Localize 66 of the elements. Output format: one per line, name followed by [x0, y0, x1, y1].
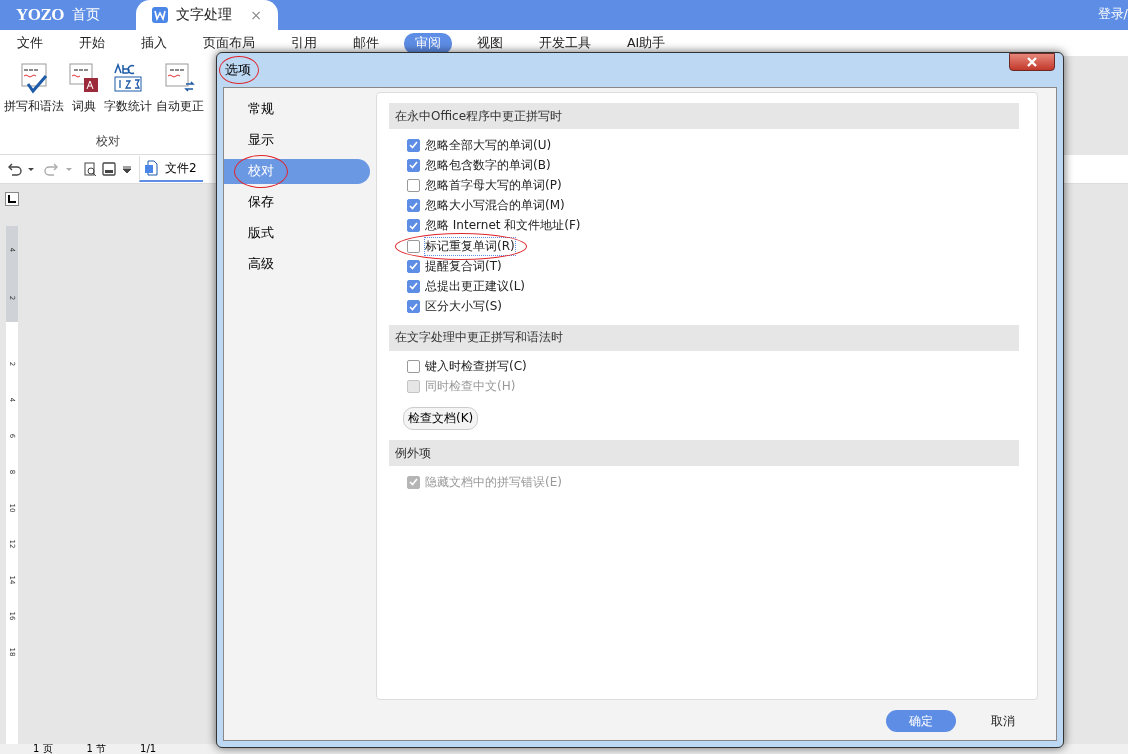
checkbox[interactable] [407, 239, 420, 253]
check-document-button[interactable]: 检查文档(K) [403, 407, 479, 431]
checkbox-label: 隐藏文档中的拼写错误(E) [425, 473, 562, 491]
checkbox-label: 同时检查中文(H) [425, 378, 516, 396]
checkbox-label: 忽略全部大写的单词(U) [425, 136, 552, 154]
tab-stop-icon[interactable] [5, 192, 19, 206]
ribbon-button[interactable]: 词典 [68, 62, 100, 114]
section-header: 例外项 [389, 440, 1019, 467]
save-icon[interactable] [101, 161, 117, 177]
menu-tab[interactable]: 开始 [68, 32, 116, 54]
checkbox[interactable] [407, 138, 420, 152]
close-button[interactable] [1009, 53, 1055, 71]
dialog-title: 选项 [225, 61, 251, 79]
status-text: 1 页 [33, 744, 53, 754]
checkbox[interactable] [407, 300, 420, 314]
checkbox[interactable] [407, 219, 420, 233]
checkbox-label: 忽略首字母大写的单词(P) [425, 176, 562, 194]
checkbox-label: 键入时检查拼写(C) [425, 358, 527, 376]
print-preview-icon[interactable] [82, 161, 98, 177]
checkbox[interactable] [407, 158, 420, 172]
nav-item[interactable]: 保存 [224, 190, 370, 215]
checkbox-label: 标记重复单词(R) [425, 237, 515, 255]
status-text: 1/1 [140, 744, 157, 754]
checkbox-label: 忽略大小写混合的单词(M) [425, 197, 565, 215]
cancel-button[interactable]: 取消 [968, 710, 1038, 732]
menu-tab[interactable]: 视图 [466, 32, 514, 54]
group-label: 校对 [95, 133, 121, 150]
section-header: 在永中Office程序中更正拼写时 [389, 103, 1019, 129]
checkbox-label: 提醒复合词(T) [425, 257, 502, 275]
document-tab[interactable]: 文件2 [139, 156, 203, 182]
app-logo: YOZO [16, 5, 65, 25]
menu-tab[interactable]: 插入 [130, 32, 178, 54]
nav-item[interactable]: 显示 [224, 128, 370, 153]
ribbon-button[interactable]: 拼写和语法 [4, 62, 64, 114]
menu-tab[interactable]: AI助手 [616, 32, 677, 54]
checkbox-label: 区分大小写(S) [425, 298, 502, 316]
status-text: 1 节 [86, 744, 107, 754]
spell-check-icon [18, 62, 50, 94]
ribbon-button[interactable]: 自动更正 [156, 62, 204, 114]
checkbox-label: 忽略包含数字的单词(B) [425, 156, 551, 174]
menu-tab[interactable]: 开发工具 [528, 32, 602, 54]
word-count-icon [112, 62, 144, 94]
document-icon [152, 7, 169, 23]
checkbox[interactable] [407, 360, 420, 374]
checkbox[interactable] [407, 199, 420, 213]
checkbox-label: 总提出更正建议(L) [425, 277, 526, 295]
undo-icon[interactable] [6, 161, 22, 177]
dictionary-icon [68, 62, 100, 94]
checkbox[interactable] [407, 178, 420, 192]
app-tab[interactable]: 文字处理 × [136, 0, 279, 30]
nav-item[interactable]: 版式 [224, 221, 370, 246]
close-icon [1025, 57, 1039, 67]
nav-item[interactable]: 常规 [224, 97, 370, 122]
document-icon [144, 160, 160, 176]
menu-tab[interactable]: 页面布局 [192, 32, 266, 54]
checkbox[interactable] [407, 259, 420, 273]
ribbon-button[interactable]: 字数统计 [104, 62, 152, 114]
nav-item[interactable]: 高级 [224, 252, 370, 277]
section-header: 在文字处理中更正拼写和语法时 [389, 324, 1019, 351]
menu-tab[interactable]: 邮件 [342, 32, 390, 54]
close-tab-button[interactable]: × [250, 7, 263, 23]
checkbox-label: 忽略 Internet 和文件地址(F) [425, 217, 581, 235]
autocorrect-icon [164, 62, 196, 94]
menu-tab[interactable]: 文件 [6, 32, 54, 54]
menu-tab[interactable]: 引用 [280, 32, 328, 54]
checkbox[interactable] [407, 279, 420, 293]
